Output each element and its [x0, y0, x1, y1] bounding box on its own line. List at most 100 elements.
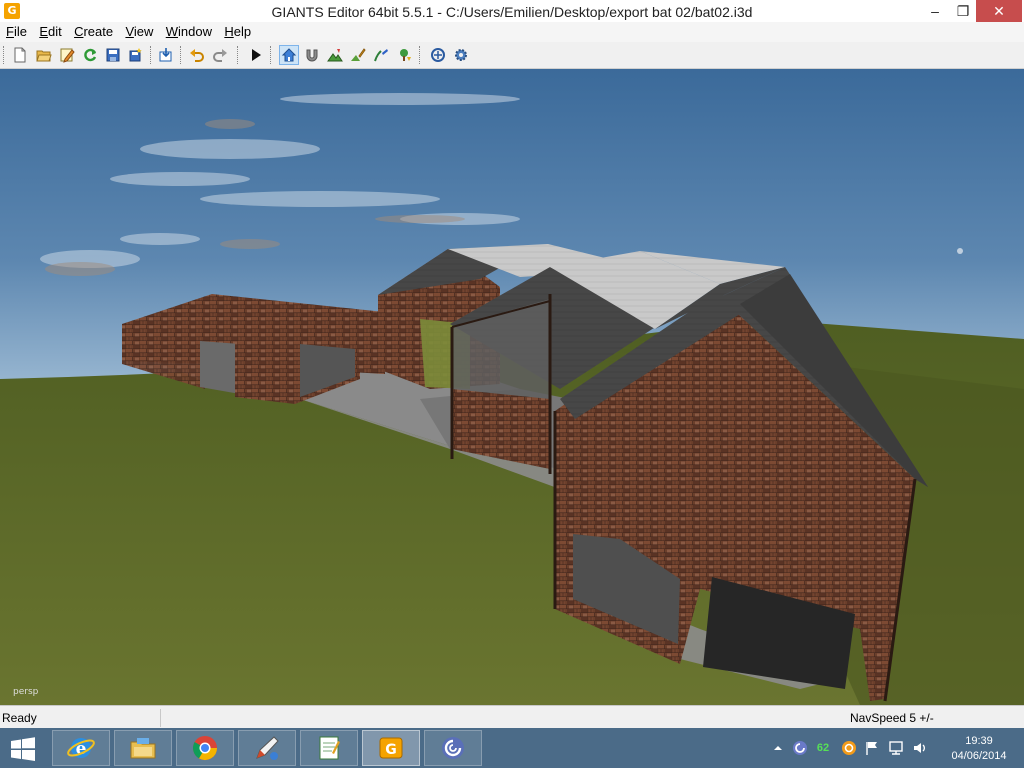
toolbar-separator: [270, 46, 274, 64]
taskbar-chrome[interactable]: [176, 730, 234, 766]
scene-render: [0, 69, 1024, 705]
tray-update-icon[interactable]: [841, 740, 857, 756]
minimize-button[interactable]: –: [920, 0, 950, 22]
magnet-icon: [306, 49, 318, 62]
internet-explorer-icon: e: [67, 738, 95, 759]
toolbar-separator: [237, 46, 241, 64]
taskbar-internet-explorer[interactable]: e: [52, 730, 110, 766]
edit-script-button[interactable]: [57, 45, 77, 65]
tray-network-icon[interactable]: [888, 740, 904, 756]
tray-volume-icon[interactable]: [912, 740, 928, 756]
show-hidden-icons-button[interactable]: [770, 740, 786, 756]
giants-editor-icon: G: [379, 737, 403, 759]
terrain-paint-button[interactable]: [348, 45, 368, 65]
foliage-paint-button[interactable]: [371, 45, 391, 65]
toolbar-grip: [3, 46, 7, 64]
menu-view[interactable]: View: [122, 22, 156, 42]
start-button[interactable]: [8, 736, 38, 762]
foliage-paint-icon: [374, 49, 388, 62]
toolbar-separator: [180, 46, 184, 64]
refresh-icon: [84, 48, 97, 62]
menu-file-accel: F: [6, 24, 14, 39]
undo-button[interactable]: [187, 45, 207, 65]
menu-help[interactable]: Help: [221, 22, 254, 42]
windows-taskbar: e G 62 19:39 04/06/2014: [0, 728, 1024, 768]
toolbar: [0, 42, 1024, 69]
status-divider: [160, 709, 161, 727]
gizmo-rotate-button[interactable]: [428, 45, 448, 65]
gizmo-rotate-icon: [431, 48, 445, 62]
home-camera-icon: [281, 48, 297, 62]
menu-view-accel: V: [125, 24, 134, 39]
camera-label: persp: [13, 687, 39, 697]
open-folder-button[interactable]: [34, 45, 54, 65]
settings-button[interactable]: [451, 45, 471, 65]
file-explorer-icon: [130, 738, 156, 759]
paint-icon: [256, 736, 279, 760]
chevron-up-icon: [774, 746, 782, 750]
edit-script-icon: [60, 48, 75, 63]
menu-edit[interactable]: Edit: [36, 22, 64, 42]
terrain-sculpt-icon: [327, 49, 343, 62]
taskbar-paint[interactable]: [238, 730, 296, 766]
taskbar-giants-editor[interactable]: G: [362, 730, 420, 766]
bittorrent-icon: [442, 737, 464, 759]
open-folder-icon: [36, 50, 52, 62]
taskbar-clock[interactable]: 19:39 04/06/2014: [944, 734, 1014, 764]
menu-create[interactable]: Create: [71, 22, 116, 42]
menu-file[interactable]: File: [3, 22, 30, 42]
terrain-sculpt-button[interactable]: [325, 45, 345, 65]
play-icon: [252, 49, 261, 61]
volume-icon: [914, 743, 925, 753]
place-object-icon: [400, 49, 411, 61]
taskbar-notepad[interactable]: [300, 730, 358, 766]
home-camera-button[interactable]: [279, 45, 299, 65]
play-button[interactable]: [246, 45, 266, 65]
3d-viewport[interactable]: persp: [0, 69, 1024, 705]
flag-icon: [866, 742, 877, 755]
orange-circle-icon: [842, 741, 856, 755]
redo-icon: [213, 49, 227, 62]
save-as-icon: [129, 48, 142, 62]
menu-create-rest: reate: [83, 24, 114, 39]
tray-action-center-icon[interactable]: [864, 740, 880, 756]
tray-bittorrent-icon[interactable]: [792, 740, 808, 756]
taskbar-file-explorer[interactable]: [114, 730, 172, 766]
menu-bar: File Edit Create View Window Help: [0, 22, 1024, 42]
menu-window-accel: W: [165, 24, 179, 39]
tray-temperature-indicator[interactable]: 62: [815, 740, 831, 756]
windows-logo-icon: [11, 737, 35, 761]
toolbar-separator: [150, 46, 154, 64]
import-icon: [159, 48, 172, 62]
menu-view-rest: iew: [133, 24, 154, 39]
menu-help-accel: H: [224, 24, 234, 39]
new-file-icon: [14, 47, 26, 63]
redo-button[interactable]: [210, 45, 230, 65]
menu-window[interactable]: Window: [163, 22, 215, 42]
place-object-button[interactable]: [394, 45, 414, 65]
import-button[interactable]: [156, 45, 176, 65]
notepad-icon: [319, 736, 340, 760]
menu-edit-accel: E: [39, 24, 48, 39]
window-title: GIANTS Editor 64bit 5.5.1 - C:/Users/Emi…: [271, 4, 753, 20]
snap-button[interactable]: [302, 45, 322, 65]
taskbar-bittorrent[interactable]: [424, 730, 482, 766]
close-button[interactable]: ✕: [976, 0, 1022, 22]
menu-help-rest: elp: [233, 24, 252, 39]
title-bar: G GIANTS Editor 64bit 5.5.1 - C:/Users/E…: [0, 0, 1024, 22]
bittorrent-tray-icon: [793, 741, 807, 755]
save-icon: [106, 48, 120, 62]
nav-speed-indicator: NavSpeed 5 +/-: [850, 711, 934, 725]
svg-text:G: G: [385, 742, 397, 758]
new-file-button[interactable]: [10, 45, 30, 65]
clock-date: 04/06/2014: [951, 750, 1007, 762]
maximize-button[interactable]: ❐: [948, 0, 978, 22]
clock-time: 19:39: [965, 735, 993, 747]
save-as-button[interactable]: [126, 45, 146, 65]
settings-gear-icon: [455, 49, 467, 61]
refresh-button[interactable]: [80, 45, 100, 65]
save-button[interactable]: [103, 45, 123, 65]
chrome-icon: [192, 736, 217, 761]
menu-window-rest: indow: [178, 24, 212, 39]
terrain-paint-icon: [351, 48, 366, 61]
